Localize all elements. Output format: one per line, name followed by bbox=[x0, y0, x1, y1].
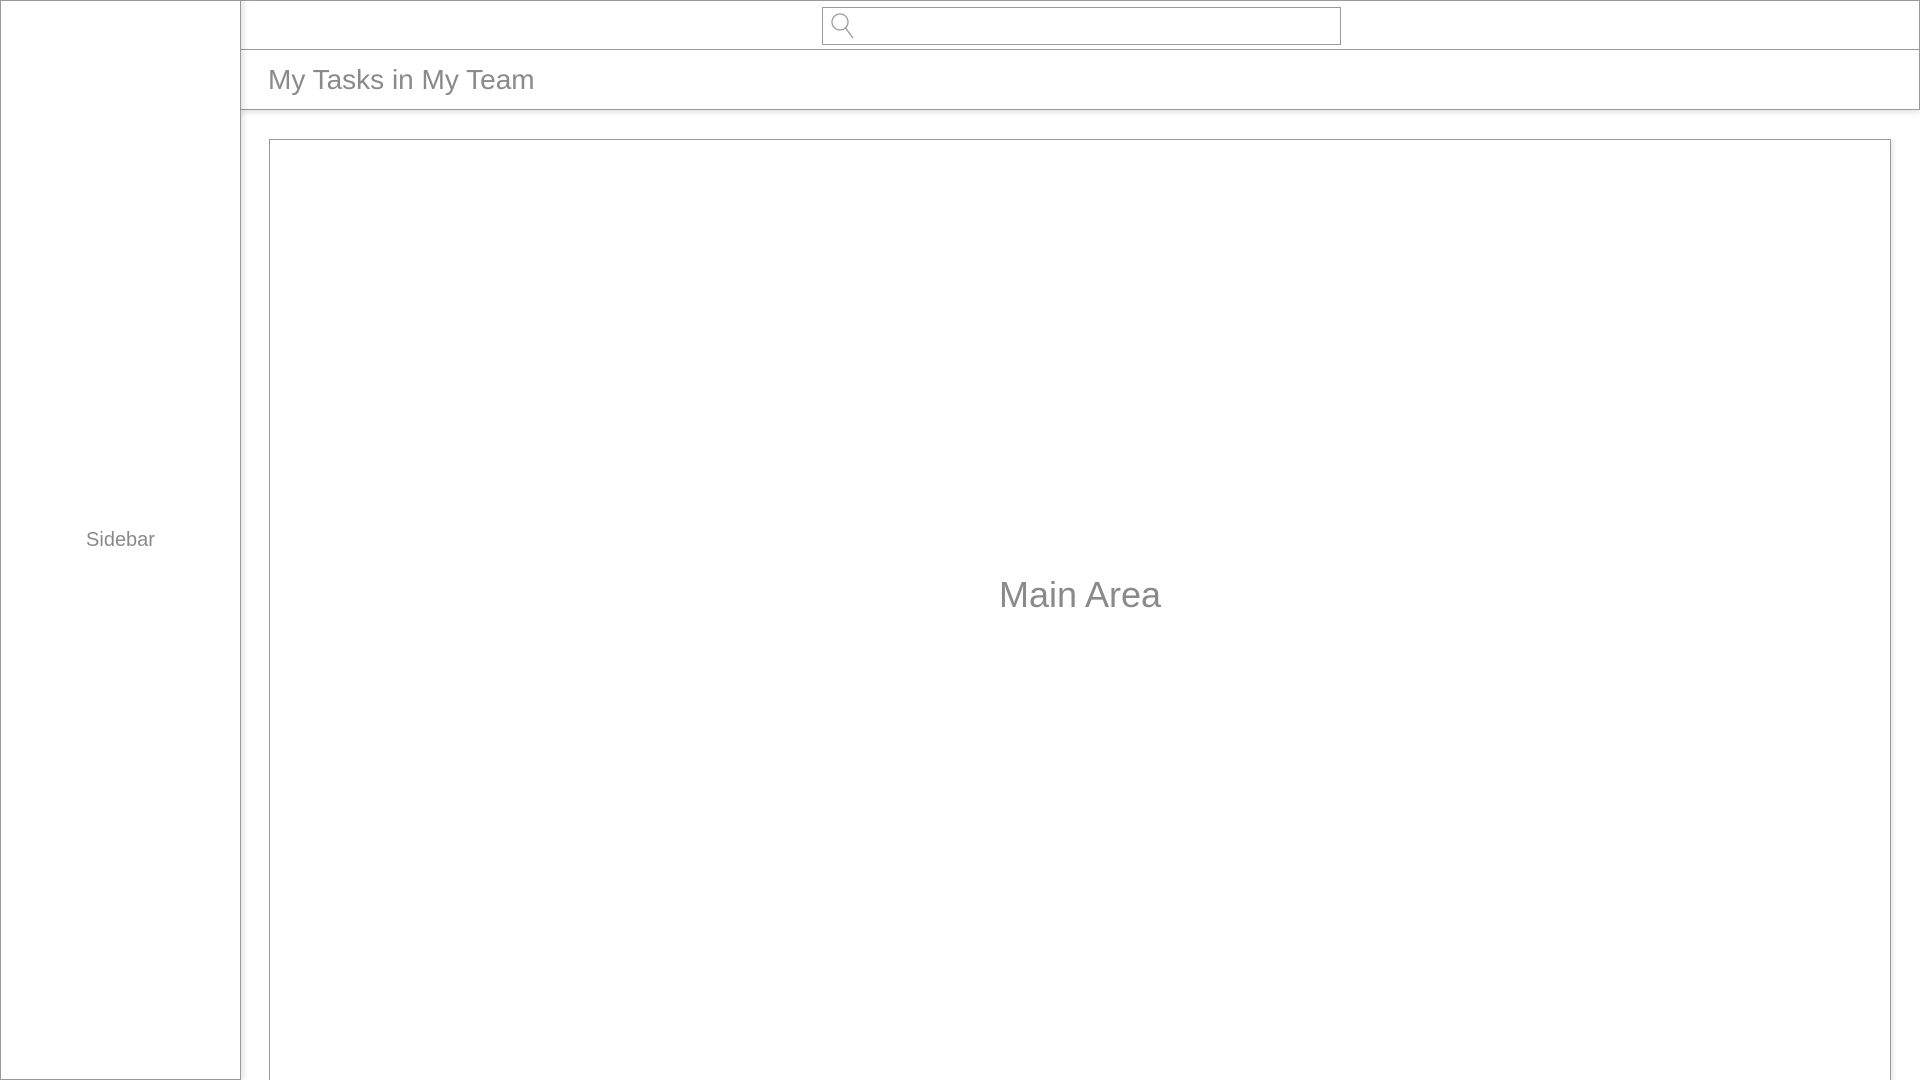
app-window: Sidebar My Tasks in My Team Main Area bbox=[0, 0, 1920, 1080]
search-icon[interactable] bbox=[829, 11, 857, 41]
top-bar bbox=[240, 0, 1920, 50]
main-area-label: Main Area bbox=[998, 574, 1162, 615]
sidebar-label: Sidebar bbox=[86, 528, 155, 551]
page-title: My Tasks in My Team bbox=[268, 63, 535, 95]
search-box[interactable] bbox=[822, 7, 1341, 45]
sidebar: Sidebar bbox=[0, 0, 241, 1080]
page-header: My Tasks in My Team bbox=[240, 49, 1920, 110]
search-input[interactable] bbox=[857, 8, 1340, 44]
main-area: Main Area bbox=[269, 139, 1891, 1080]
search-icon-glyph bbox=[831, 13, 854, 39]
